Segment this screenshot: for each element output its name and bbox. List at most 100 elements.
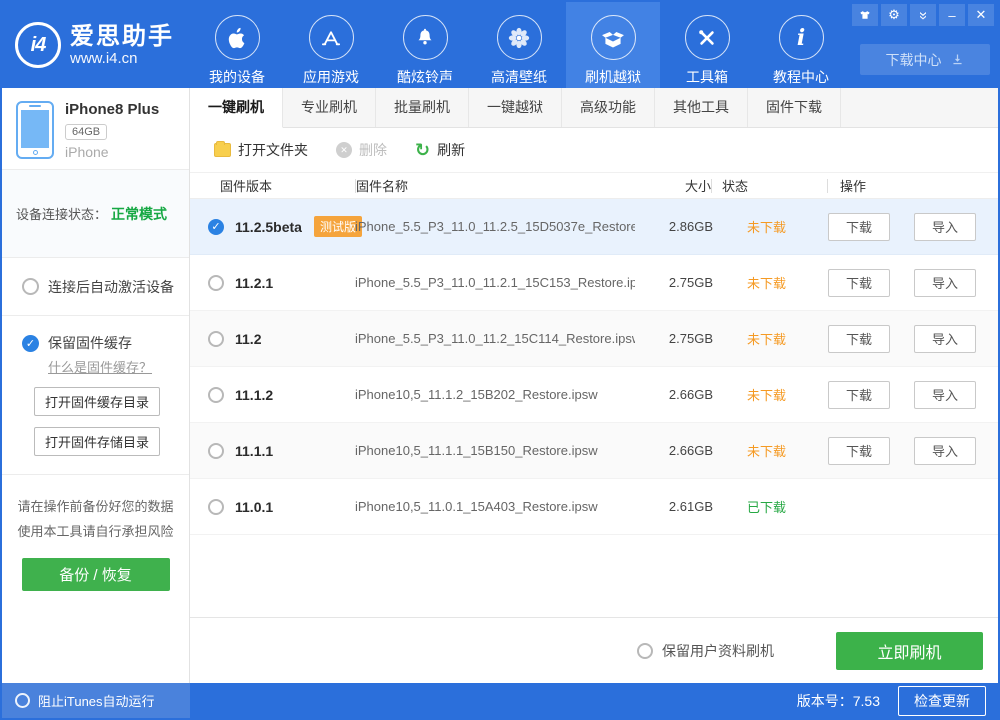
refresh-button[interactable]: ↻ 刷新 bbox=[415, 140, 465, 160]
table-row-11-0-1[interactable]: 11.0.1 iPhone10,5_11.0.1_15A403_Restore.… bbox=[190, 479, 998, 535]
what-is-cache-link[interactable]: 什么是固件缓存？ bbox=[48, 357, 189, 376]
list-empty-space bbox=[190, 535, 998, 617]
tab-bar: 一键刷机 专业刷机 批量刷机 一键越狱 高级功能 其他工具 固件下载 bbox=[190, 88, 998, 128]
nav-wallpapers[interactable]: 高清壁纸 bbox=[472, 2, 566, 88]
row-radio-checked[interactable]: ✓ bbox=[208, 219, 224, 235]
settings-gear-icon[interactable]: ⚙ bbox=[881, 4, 907, 26]
download-button[interactable]: 下载 bbox=[828, 269, 890, 297]
nav-apps-games[interactable]: 应用游戏 bbox=[284, 2, 378, 88]
device-name: iPhone8 Plus bbox=[65, 101, 159, 118]
backup-restore-button[interactable]: 备份 / 恢复 bbox=[22, 558, 170, 591]
block-itunes-option[interactable]: 阻止iTunes自动运行 bbox=[2, 683, 190, 718]
keep-cache-option[interactable]: ✓ 保留固件缓存 bbox=[2, 333, 189, 353]
row-radio[interactable] bbox=[208, 499, 224, 515]
row-radio[interactable] bbox=[208, 443, 224, 459]
download-center-button[interactable]: 下载中心 bbox=[860, 44, 990, 75]
open-storage-dir-button[interactable]: 打开固件存储目录 bbox=[34, 427, 160, 456]
content-area: 一键刷机 专业刷机 批量刷机 一键越狱 高级功能 其他工具 固件下载 打开文件夹… bbox=[190, 88, 998, 683]
tools-icon bbox=[685, 15, 730, 60]
nav-toolbox[interactable]: 工具箱 bbox=[660, 2, 754, 88]
open-cache-dir-button[interactable]: 打开固件缓存目录 bbox=[34, 387, 160, 416]
device-type: iPhone bbox=[65, 144, 159, 160]
auto-activate-radio[interactable] bbox=[22, 278, 39, 295]
tab-batch-flash[interactable]: 批量刷机 bbox=[376, 88, 469, 127]
open-folder-button[interactable]: 打开文件夹 bbox=[214, 140, 308, 160]
nav-ringtones[interactable]: 酷炫铃声 bbox=[378, 2, 472, 88]
block-itunes-label: 阻止iTunes自动运行 bbox=[38, 691, 155, 710]
skin-icon[interactable] bbox=[852, 4, 878, 26]
table-row-11-2[interactable]: 11.2 iPhone_5.5_P3_11.0_11.2_15C114_Rest… bbox=[190, 311, 998, 367]
nav-flash-jailbreak[interactable]: 刷机越狱 bbox=[566, 2, 660, 88]
column-size: 大小 bbox=[641, 176, 711, 195]
firmware-size: 2.86GB bbox=[669, 219, 713, 234]
connection-status: 设备连接状态： 正常模式 bbox=[2, 170, 189, 258]
tab-advanced[interactable]: 高级功能 bbox=[562, 88, 655, 127]
import-button[interactable]: 导入 bbox=[914, 269, 976, 297]
refresh-icon: ↻ bbox=[415, 141, 430, 159]
nav-tutorials[interactable]: i 教程中心 bbox=[754, 2, 848, 88]
block-itunes-radio[interactable] bbox=[15, 693, 30, 708]
import-button[interactable]: 导入 bbox=[914, 325, 976, 353]
sidebar: iPhone8 Plus 64GB iPhone 设备连接状态： 正常模式 连接… bbox=[2, 88, 190, 683]
status-label: 设备连接状态： bbox=[16, 204, 107, 223]
import-button[interactable]: 导入 bbox=[914, 437, 976, 465]
warning-line-1: 请在操作前备份好您的数据 bbox=[2, 494, 189, 519]
close-icon[interactable]: ✕ bbox=[968, 4, 994, 26]
flash-action-bar: 保留用户资料刷机 立即刷机 bbox=[190, 617, 998, 683]
download-button[interactable]: 下载 bbox=[828, 437, 890, 465]
keep-user-data-radio[interactable] bbox=[637, 643, 653, 659]
import-button[interactable]: 导入 bbox=[914, 381, 976, 409]
row-radio[interactable] bbox=[208, 275, 224, 291]
flash-now-button[interactable]: 立即刷机 bbox=[836, 632, 983, 670]
appstore-icon bbox=[309, 15, 354, 60]
table-row-11-2-5beta[interactable]: ✓ 11.2.5beta 测试版 iPhone_5.5_P3_11.0_11.2… bbox=[190, 199, 998, 255]
firmware-version: 11.2.5beta bbox=[235, 219, 302, 235]
collapse-icon[interactable] bbox=[910, 4, 936, 26]
minus-glyph: – bbox=[948, 8, 955, 23]
row-radio[interactable] bbox=[208, 331, 224, 347]
row-radio[interactable] bbox=[208, 387, 224, 403]
nav-my-devices[interactable]: 我的设备 bbox=[190, 2, 284, 88]
download-button[interactable]: 下载 bbox=[828, 325, 890, 353]
header: i4 爱思助手 www.i4.cn 我的设备 应用游戏 bbox=[2, 2, 998, 88]
tab-pro-flash[interactable]: 专业刷机 bbox=[283, 88, 376, 127]
app-title: 爱思助手 bbox=[70, 23, 174, 51]
keep-cache-checkbox[interactable]: ✓ bbox=[22, 335, 39, 352]
status-badge: 未下载 bbox=[747, 273, 786, 292]
app-url: www.i4.cn bbox=[70, 50, 174, 67]
firmware-size: 2.61GB bbox=[669, 499, 713, 514]
check-update-button[interactable]: 检查更新 bbox=[898, 686, 986, 716]
gear-glyph: ⚙ bbox=[888, 7, 900, 23]
backup-warning-panel: 请在操作前备份好您的数据 使用本工具请自行承担风险 备份 / 恢复 bbox=[2, 475, 189, 591]
download-icon bbox=[950, 52, 965, 67]
nav-label: 应用游戏 bbox=[284, 67, 378, 87]
auto-activate-option[interactable]: 连接后自动激活设备 bbox=[2, 258, 189, 316]
delete-button[interactable]: ✕ 删除 bbox=[336, 140, 387, 160]
status-badge: 已下载 bbox=[747, 497, 786, 516]
minimize-icon[interactable]: – bbox=[939, 4, 965, 26]
table-header: 固件版本 固件名称 大小 状态 操作 bbox=[190, 173, 998, 199]
keep-user-data-option[interactable]: 保留用户资料刷机 bbox=[637, 641, 774, 661]
table-row-11-1-1[interactable]: 11.1.1 iPhone10,5_11.1.1_15B150_Restore.… bbox=[190, 423, 998, 479]
tab-one-click-jailbreak[interactable]: 一键越狱 bbox=[469, 88, 562, 127]
column-firmware-name: 固件名称 bbox=[356, 176, 641, 195]
close-glyph: ✕ bbox=[976, 7, 987, 23]
firmware-version: 11.1.2 bbox=[235, 387, 273, 403]
tab-firmware-download[interactable]: 固件下载 bbox=[748, 88, 841, 127]
open-folder-label: 打开文件夹 bbox=[238, 140, 308, 160]
import-button[interactable]: 导入 bbox=[914, 213, 976, 241]
column-firmware-version: 固件版本 bbox=[190, 176, 355, 195]
column-operation: 操作 bbox=[828, 176, 998, 195]
table-row-11-1-2[interactable]: 11.1.2 iPhone10,5_11.1.2_15B202_Restore.… bbox=[190, 367, 998, 423]
tab-other-tools[interactable]: 其他工具 bbox=[655, 88, 748, 127]
delete-icon: ✕ bbox=[336, 142, 352, 158]
tab-one-click-flash[interactable]: 一键刷机 bbox=[190, 88, 283, 128]
auto-activate-label: 连接后自动激活设备 bbox=[48, 277, 174, 297]
check-icon: ✓ bbox=[211, 220, 220, 233]
status-badge: 未下载 bbox=[747, 329, 786, 348]
download-button[interactable]: 下载 bbox=[828, 381, 890, 409]
download-button[interactable]: 下载 bbox=[828, 213, 890, 241]
table-row-11-2-1[interactable]: 11.2.1 iPhone_5.5_P3_11.0_11.2.1_15C153_… bbox=[190, 255, 998, 311]
device-capacity-badge: 64GB bbox=[65, 124, 107, 140]
footer: 阻止iTunes自动运行 版本号：7.53 检查更新 bbox=[2, 683, 998, 718]
